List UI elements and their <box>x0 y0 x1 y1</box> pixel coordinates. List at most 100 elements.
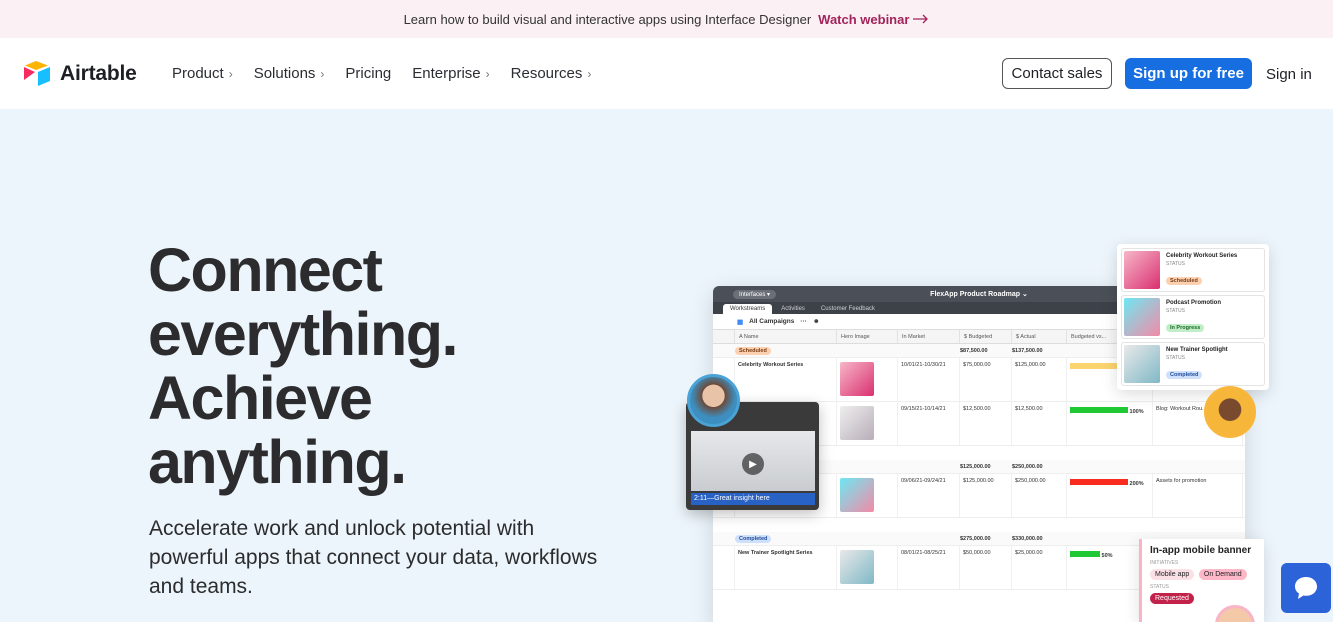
airtable-logo-icon <box>24 61 50 86</box>
card-status: Completed <box>1166 371 1203 379</box>
row-dates: 08/01/21-08/25/21 <box>898 546 960 589</box>
col-name: A Name <box>735 330 837 343</box>
view-name: All Campaigns <box>749 318 795 325</box>
video-caption: 2:11—Great insight here <box>691 493 815 505</box>
card-image <box>1124 298 1160 336</box>
status-card: Celebrity Workout Series STATUS Scheduled <box>1121 248 1265 292</box>
card-image <box>1124 251 1160 289</box>
status-card: New Trainer Spotlight STATUS Completed <box>1121 342 1265 386</box>
sum-budget: $125,000.00 <box>960 463 991 470</box>
banner-text: Learn how to build visual and interactiv… <box>403 11 812 27</box>
row-actual: $250,000.00 <box>1012 474 1067 517</box>
card-image <box>1124 345 1160 383</box>
sum-actual: $250,000.00 <box>1012 463 1043 470</box>
menu-enterprise[interactable]: Enterprise › <box>412 65 489 82</box>
menu-product-label: Product <box>172 65 224 82</box>
tab-activities: Activities <box>781 306 805 312</box>
tab-customer-feedback: Customer Feedback <box>820 306 875 312</box>
menu-pricing-label: Pricing <box>345 65 392 82</box>
chevron-right-icon: › <box>587 66 592 81</box>
chevron-right-icon: › <box>320 66 325 81</box>
sum-budget: $275,000.00 <box>960 535 991 542</box>
hero-subtitle: Accelerate work and unlock potential wit… <box>149 517 598 598</box>
status-label: STATUS <box>1150 584 1169 590</box>
col-actual: $ Actual <box>1012 330 1067 343</box>
top-nav: Airtable Product › Solutions › Pricing Ent… <box>0 38 1333 109</box>
row-budget: $75,000.00 <box>960 358 1012 401</box>
chat-button[interactable] <box>1281 563 1331 613</box>
col-check <box>713 330 735 343</box>
more-icon: ··· <box>800 318 807 325</box>
main-menu: Product › Solutions › Pricing Enterprise › … <box>172 65 591 82</box>
watch-webinar-label: Watch webinar <box>818 11 910 27</box>
group-status-tag: Scheduled <box>735 346 837 355</box>
row-dates: 09/06/21-09/24/21 <box>898 474 960 517</box>
status-chip: Requested <box>1150 593 1194 604</box>
promo-banner: Learn how to build visual and interactiv… <box>0 0 1333 38</box>
initiative-chip: Mobile app <box>1150 569 1195 580</box>
row-actual: $125,000.00 <box>1012 358 1067 401</box>
contact-sales-button[interactable]: Contact sales <box>1002 58 1112 89</box>
menu-solutions[interactable]: Solutions › <box>254 65 325 82</box>
chat-bubble-icon <box>1295 577 1317 599</box>
sign-in-link[interactable]: Sign in <box>1266 66 1312 83</box>
sign-up-button[interactable]: Sign up for free <box>1125 58 1252 89</box>
chevron-right-icon: › <box>228 66 233 81</box>
status-cards-panel: Celebrity Workout Series STATUS Scheduled … <box>1117 244 1269 390</box>
initiative-chip: On Demand <box>1198 569 1247 580</box>
row-dates: 10/01/21-10/30/21 <box>898 358 960 401</box>
sum-actual: $330,000.00 <box>1012 535 1043 542</box>
menu-resources[interactable]: Resources › <box>511 65 592 82</box>
menu-pricing[interactable]: Pricing <box>345 65 391 82</box>
col-market: In Market <box>898 330 960 343</box>
row-name: Celebrity Workout Series <box>735 358 837 401</box>
row-image <box>837 402 898 445</box>
video-screen: ▶ <box>691 431 815 491</box>
people-icon: ☻ <box>812 318 820 325</box>
menu-solutions-label: Solutions <box>253 65 316 82</box>
row-image <box>837 358 898 401</box>
row-image <box>837 546 898 589</box>
row-progress: 200% <box>1067 474 1153 517</box>
chevron-right-icon: › <box>485 66 490 81</box>
card-status-label: STATUS <box>1166 261 1185 267</box>
arrow-right-icon <box>913 14 929 24</box>
play-icon[interactable]: ▶ <box>742 453 764 475</box>
card-title: Celebrity Workout Series <box>1166 253 1238 259</box>
watch-webinar-link[interactable]: Watch webinar <box>818 12 929 27</box>
sum-actual: $137,500.00 <box>1012 347 1043 354</box>
hero-title: Connect everything. Achieve anything. <box>148 236 458 496</box>
row-note: Assets for promotion <box>1153 474 1243 517</box>
row-dates: 09/15/21-10/14/21 <box>898 402 960 445</box>
initiatives-label: INITIATIVES <box>1150 560 1179 566</box>
card-title: Podcast Promotion <box>1166 300 1222 306</box>
row-actual: $25,000.00 <box>1012 546 1067 589</box>
airtable-logo[interactable]: Airtable <box>22 60 137 88</box>
menu-enterprise-label: Enterprise <box>412 65 481 82</box>
grid-icon: ▦ <box>737 318 744 326</box>
tab-workstreams: Workstreams <box>723 304 773 314</box>
menu-product[interactable]: Product › <box>172 65 233 82</box>
card-status: In Progress <box>1166 324 1205 332</box>
row-actual: $12,500.00 <box>1012 402 1067 445</box>
mobile-banner-title: In-app mobile banner <box>1150 545 1252 556</box>
status-card: Podcast Promotion STATUS In Progress <box>1121 295 1265 339</box>
avatar <box>687 374 740 427</box>
row-budget: $125,000.00 <box>960 474 1012 517</box>
card-title: New Trainer Spotlight <box>1166 347 1228 353</box>
card-status: Scheduled <box>1166 277 1202 285</box>
card-status-label: STATUS <box>1166 308 1185 314</box>
row-budget: $12,500.00 <box>960 402 1012 445</box>
col-hero: Hero Image <box>837 330 898 343</box>
sum-budget: $87,500.00 <box>960 347 988 354</box>
row-image <box>837 474 898 517</box>
avatar <box>1204 386 1256 438</box>
row-progress: 100% <box>1067 402 1153 445</box>
col-budgeted: $ Budgeted <box>960 330 1012 343</box>
group-status-tag: Completed <box>735 534 837 543</box>
logo-text: Airtable <box>60 62 137 85</box>
card-status-label: STATUS <box>1166 355 1185 361</box>
menu-resources-label: Resources <box>510 65 583 82</box>
row-budget: $50,000.00 <box>960 546 1012 589</box>
row-name: New Trainer Spotlight Series <box>735 546 837 589</box>
